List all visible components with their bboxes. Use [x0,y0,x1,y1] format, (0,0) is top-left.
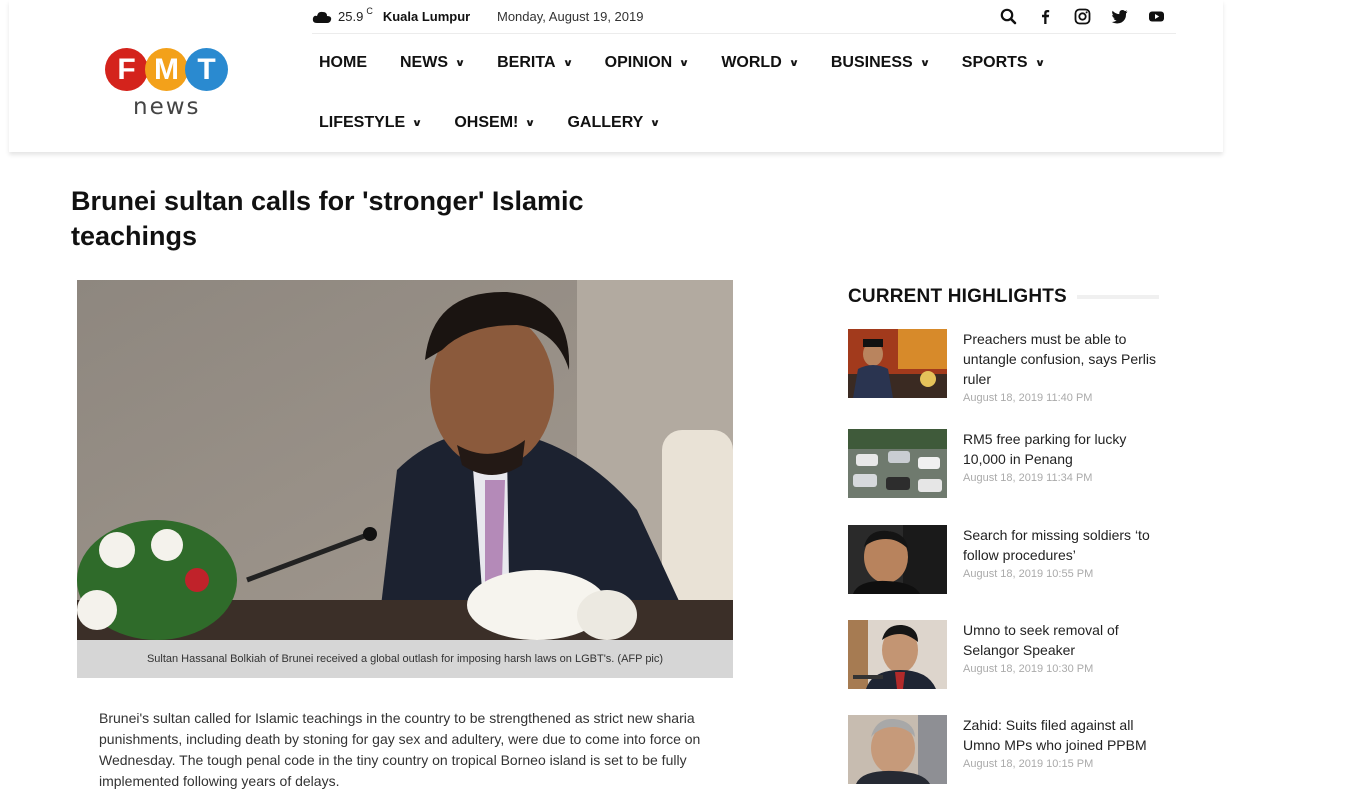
highlight-date: August 18, 2019 10:30 PM [963,663,1094,675]
nav-label: WORLD [721,54,782,71]
nav-item-berita[interactable]: BERITA ∨ [497,54,573,72]
facebook-icon[interactable] [1036,7,1055,26]
chevron-down-icon: ∨ [919,57,931,69]
cloud-icon [312,11,332,23]
chevron-down-icon: ∨ [562,57,573,69]
highlight-item[interactable]: RM5 free parking for lucky 10,000 in Pen… [848,429,1168,509]
nav-item-opinion[interactable]: OPINION ∨ [604,54,690,72]
highlight-date: August 18, 2019 10:15 PM [963,758,1094,770]
highlight-item[interactable]: Preachers must be able to untangle confu… [848,329,1168,409]
chevron-down-icon: ∨ [788,57,800,69]
twitter-icon[interactable] [1110,7,1129,26]
nav-item-news[interactable]: NEWS ∨ [400,54,466,72]
chevron-down-icon: ∨ [650,117,661,129]
highlight-title[interactable]: Preachers must be able to untangle confu… [963,329,1163,389]
nav-label: HOME [319,54,367,71]
highlight-item[interactable]: Zahid: Suits filed against all Umno MPs … [848,715,1168,795]
nav-row-secondary: LIFESTYLE ∨ OHSEM! ∨ GALLERY ∨ [319,100,1079,146]
degree-unit: C [366,5,373,16]
logo-letter-m: M [145,48,188,91]
highlight-title[interactable]: RM5 free parking for lucky 10,000 in Pen… [963,429,1163,469]
chevron-down-icon: ∨ [1034,57,1045,69]
current-date: Monday, August 19, 2019 [497,9,644,24]
logo-letters: F M T [105,48,235,91]
article-title: Brunei sultan calls for 'stronger' Islam… [71,186,584,251]
logo-letter-f: F [105,48,148,91]
fmt-logo[interactable]: F M T news [105,48,235,124]
highlight-thumbnail[interactable] [848,620,947,689]
nav-item-lifestyle[interactable]: LIFESTYLE ∨ [319,114,423,132]
highlight-date: August 18, 2019 11:34 PM [963,472,1093,484]
main-navigation: HOME NEWS ∨ BERITA ∨ OPINION ∨ WORLD ∨ BUSIN… [319,40,1079,146]
nav-label: NEWS [400,54,448,71]
nav-label: OPINION [604,54,673,71]
nav-item-business[interactable]: BUSINESS ∨ [830,54,931,72]
chevron-down-icon: ∨ [678,57,690,69]
nav-label: SPORTS [961,54,1028,71]
photo-caption: Sultan Hassanal Bolkiah of Brunei receiv… [77,640,733,678]
youtube-icon[interactable] [1147,7,1166,26]
highlight-thumbnail[interactable] [848,525,947,594]
search-icon[interactable] [999,7,1018,26]
nav-item-gallery[interactable]: GALLERY ∨ [567,114,661,132]
highlight-thumbnail[interactable] [848,329,947,398]
temperature-value: 25.9 [338,9,364,24]
highlight-title[interactable]: Search for missing soldiers ‘to follow p… [963,525,1163,565]
site-header: 25.9 C Kuala Lumpur Monday, August 19, 2… [9,0,1223,152]
social-links [999,7,1166,26]
highlight-date: August 18, 2019 11:40 PM [963,392,1093,404]
highlight-date: August 18, 2019 10:55 PM [963,568,1094,580]
nav-label: GALLERY [567,114,644,131]
sidebar-title-divider [1077,295,1159,299]
chevron-down-icon: ∨ [525,117,536,129]
sidebar-title: CURRENT HIGHLIGHTS [848,286,1067,307]
instagram-icon[interactable] [1073,7,1092,26]
nav-item-ohsem[interactable]: OHSEM! ∨ [454,114,536,132]
logo-word: news [133,94,201,120]
nav-row-primary: HOME NEWS ∨ BERITA ∨ OPINION ∨ WORLD ∨ BUSIN… [319,40,1079,86]
nav-item-home[interactable]: HOME [319,54,367,72]
highlight-thumbnail[interactable] [848,429,947,498]
nav-label: BERITA [497,54,556,71]
nav-label: BUSINESS [830,54,913,71]
chevron-down-icon: ∨ [412,117,423,129]
highlight-item[interactable]: Search for missing soldiers ‘to follow p… [848,525,1168,605]
weather-city: Kuala Lumpur [382,9,471,24]
nav-item-sports[interactable]: SPORTS ∨ [961,54,1045,72]
article-body: Brunei's sultan called for Islamic teach… [99,710,701,789]
article-photo [77,280,733,640]
highlight-thumbnail[interactable] [848,715,947,784]
top-bar: 25.9 C Kuala Lumpur Monday, August 19, 2… [312,0,1176,34]
logo-letter-t: T [185,48,228,91]
nav-label: LIFESTYLE [319,114,406,131]
nav-label: OHSEM! [454,114,519,131]
highlight-item[interactable]: Umno to seek removal of Selangor Speaker… [848,620,1168,700]
highlight-title[interactable]: Zahid: Suits filed against all Umno MPs … [963,715,1163,755]
chevron-down-icon: ∨ [454,57,466,69]
weather-widget: 25.9 C Kuala Lumpur [312,5,471,24]
nav-item-world[interactable]: WORLD ∨ [721,54,800,72]
highlight-title[interactable]: Umno to seek removal of Selangor Speaker [963,620,1163,660]
article-figure: Sultan Hassanal Bolkiah of Brunei receiv… [77,280,733,678]
